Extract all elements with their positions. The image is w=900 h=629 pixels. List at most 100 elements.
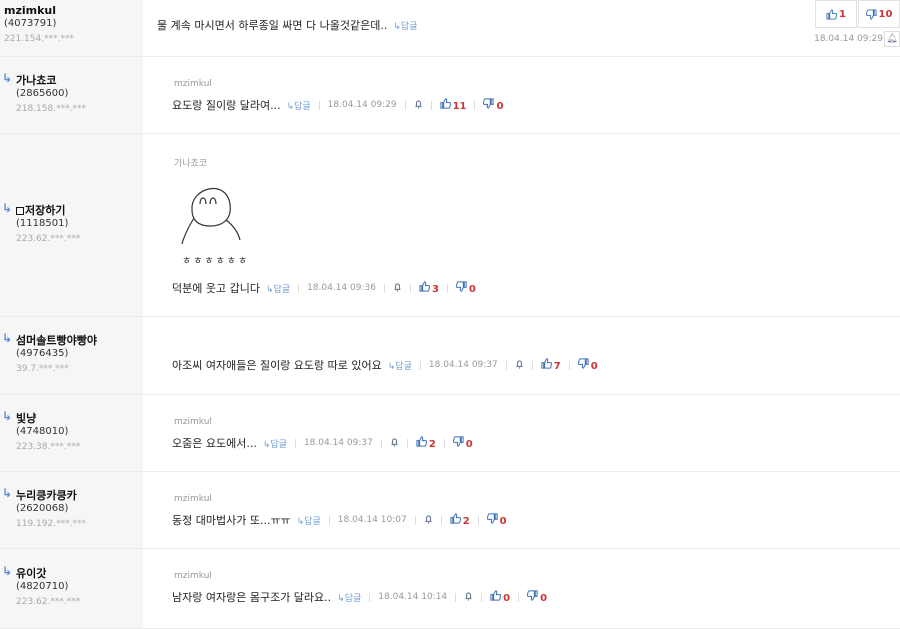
comment-date: 18.04.14 09:36 (307, 283, 376, 293)
quoted-author: mzimkul (174, 417, 212, 427)
reply-button[interactable]: ↳답글 (263, 437, 287, 450)
divider (414, 515, 416, 525)
comment-date: 18.04.14 10:14 (378, 592, 448, 602)
divider (430, 100, 432, 110)
downvote-button[interactable]: 10 (858, 0, 900, 28)
reply-button[interactable]: ↳답글 (393, 19, 417, 32)
author-ip: 223.62.***.*** (16, 233, 81, 244)
author-nickname-text: 유이갓 (16, 567, 47, 580)
quoted-author: mzimkul (174, 79, 212, 89)
downvote-count: 0 (499, 516, 507, 527)
upvote-button[interactable]: 1 (815, 0, 857, 28)
author-nickname[interactable]: 가나쵸코 (16, 72, 56, 88)
reply-button[interactable]: ↳답글 (287, 99, 311, 112)
reply-arrow-icon: ↳ (2, 564, 13, 578)
author-ip: 119.192.***.*** (16, 518, 86, 529)
thumbs-up-icon (439, 98, 451, 109)
downvote-button[interactable]: 0 (577, 358, 598, 372)
downvote-button[interactable]: 0 (452, 436, 473, 450)
comment-author-panel: mzimkul (4073791) 221.154.***.*** (0, 0, 143, 56)
reply-arrow-icon: ↳ (2, 408, 13, 423)
comment-date: 18.04.14 09:29 (814, 34, 883, 44)
reply-button[interactable]: ↳답글 (388, 359, 412, 372)
author-id: (2620068) (16, 502, 69, 514)
comment-body-line: 남자랑 여자랑은 몸구조가 달라요.. ↳답글 18.04.14 10:14 0… (172, 589, 547, 605)
report-button[interactable] (424, 514, 433, 527)
divider (318, 100, 320, 110)
report-button[interactable] (414, 99, 423, 112)
comment-date: 18.04.14 10:07 (337, 515, 407, 525)
report-button[interactable] (390, 437, 399, 450)
comment-date: 18.04.14 09:37 (428, 360, 498, 370)
comment-body-line: 덕분에 웃고 갑니다 ↳답글 18.04.14 09:36 3 0 (172, 280, 476, 296)
divider (440, 515, 442, 525)
comment-text: 남자랑 여자랑은 몸구조가 달라요.. (172, 591, 332, 604)
reply-button[interactable]: ↳답글 (337, 591, 361, 604)
report-button[interactable] (464, 591, 473, 604)
author-nickname[interactable]: mzimkul (4, 4, 56, 17)
author-id: (2865600) (16, 87, 69, 99)
author-nickname[interactable]: 유이갓 (16, 565, 46, 581)
downvote-count: 0 (468, 284, 476, 295)
upvote-button[interactable]: 7 (541, 358, 561, 372)
comment-text: 동정 대마법사가 또...ㅠㅠ (172, 514, 291, 527)
upvote-count: 2 (462, 516, 470, 527)
thumbs-down-icon (865, 8, 877, 20)
comment-author-panel: ↳ 저장하기 (1118501) 223.62.***.*** (0, 134, 143, 316)
reply-button[interactable]: ↳답글 (266, 282, 290, 295)
quoted-author: mzimkul (174, 494, 212, 504)
downvote-count: 10 (878, 8, 893, 20)
downvote-button[interactable]: 0 (486, 513, 507, 527)
comment-row: mzimkul (4073791) 221.154.***.*** 물 계속 마… (0, 0, 900, 57)
comment-body-line: 동정 대마법사가 또...ㅠㅠ ↳답글 18.04.14 10:07 2 0 (172, 512, 507, 528)
thumbs-down-icon (577, 358, 589, 369)
divider (474, 100, 476, 110)
author-nickname-text: 빛냥 (16, 411, 37, 425)
thumbs-down-icon (483, 98, 495, 109)
upvote-button[interactable]: 0 (490, 590, 510, 604)
author-nickname[interactable]: 빛냥 (16, 410, 36, 426)
divider (419, 360, 421, 370)
comment-author-panel: ↳ 빛냥 (4748010) 223.38.***.*** (0, 395, 143, 471)
report-button[interactable]: 🔔︎ (884, 31, 900, 47)
upvote-button[interactable]: 2 (450, 513, 470, 527)
bell-icon (394, 282, 401, 292)
divider (383, 283, 385, 293)
downvote-count: 0 (590, 361, 598, 372)
upvote-button[interactable]: 2 (416, 436, 436, 450)
thumbs-up-icon (490, 590, 502, 601)
report-button[interactable] (515, 359, 524, 372)
comment-date: 18.04.14 09:37 (303, 438, 373, 448)
downvote-count: 0 (496, 101, 504, 112)
comment-body-line: 아조씨 여자애들은 질이랑 요도랑 따로 있어요 ↳답글 18.04.14 09… (172, 357, 598, 373)
bell-icon: 🔔︎ (886, 34, 898, 44)
comment-author-panel: ↳ 누리킁카킁카 (2620068) 119.192.***.*** (0, 472, 143, 548)
author-nickname[interactable]: 누리킁카킁카 (16, 487, 77, 503)
divider (406, 438, 408, 448)
divider (481, 592, 483, 602)
downvote-count: 0 (540, 593, 548, 604)
author-nickname[interactable]: 섬머솔트빵야빵야 (16, 332, 97, 348)
reply-button[interactable]: ↳답글 (297, 514, 321, 527)
divider (568, 360, 570, 370)
author-nickname[interactable]: 저장하기 (16, 202, 65, 218)
bell-icon (425, 514, 432, 524)
divider (298, 283, 300, 293)
divider (380, 438, 382, 448)
bell-icon (415, 99, 422, 109)
author-nickname-text: 저장하기 (25, 203, 66, 217)
downvote-button[interactable]: 0 (527, 590, 547, 604)
upvote-button[interactable]: 3 (419, 281, 439, 295)
upvote-count: 1 (839, 8, 846, 20)
divider (531, 360, 533, 370)
comment-author-panel: ↳ 가나쵸코 (2865600) 218.158.***.*** (0, 57, 143, 133)
upvote-button[interactable]: 11 (439, 98, 467, 112)
downvote-button[interactable]: 0 (455, 281, 476, 295)
divider (404, 100, 406, 110)
author-ip: 223.62.***.*** (16, 597, 81, 607)
author-nickname-text: 가나쵸코 (16, 73, 57, 87)
upvote-count: 11 (452, 101, 467, 112)
downvote-button[interactable]: 0 (483, 98, 503, 112)
report-button[interactable] (393, 282, 402, 295)
comment-row: ↳ 빛냥 (4748010) 223.38.***.*** mzimkul 오줌… (0, 395, 900, 472)
